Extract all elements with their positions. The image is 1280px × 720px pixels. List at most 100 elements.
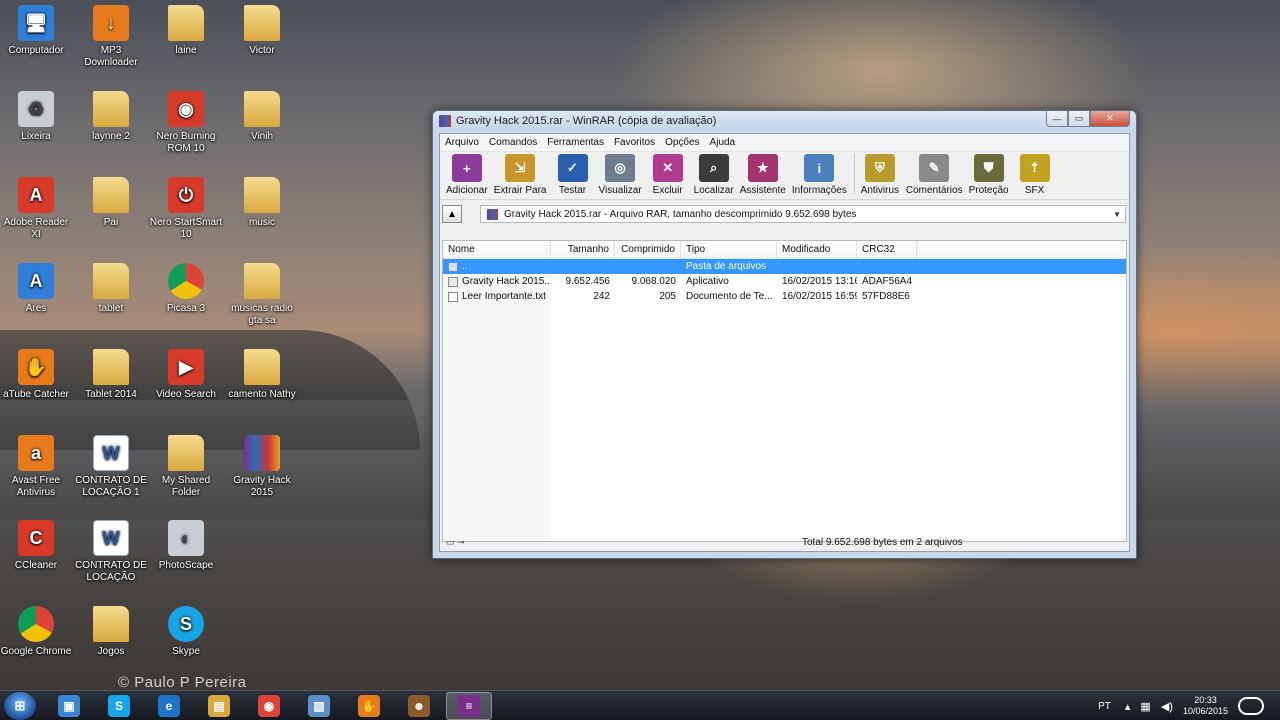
desktop-icon-label: laynne 2 [92, 131, 130, 142]
col-header-type[interactable]: Tipo [681, 241, 777, 258]
cell-name: Leer Importante.txt [443, 291, 551, 302]
toolbar-button-coment-rios[interactable]: ✎ Comentários [904, 154, 965, 196]
cell-modified: 16/02/2015 16:59 [782, 291, 857, 302]
desktop-icon[interactable]: Vinih [224, 91, 300, 143]
volume-icon[interactable]: ◀) [1161, 700, 1173, 713]
toolbar-button-prote-o[interactable]: ⛊ Proteção [967, 154, 1011, 196]
desktop-icon[interactable]: My Shared Folder [148, 435, 224, 499]
desktop-icon[interactable]: S Skype [148, 606, 224, 658]
table-row[interactable]: Leer Importante.txt 242 205 Documento de Te… [443, 289, 1126, 304]
cell-name: Gravity Hack 2015.... [443, 276, 551, 287]
col-header-modified[interactable]: Modificado [777, 241, 857, 258]
toolbar-button-assistente[interactable]: ★ Assistente [738, 154, 788, 196]
taskbar-app-button[interactable]: S [96, 692, 142, 720]
desktop-icon[interactable]: Google Chrome [0, 606, 74, 658]
atube-catcher-icon: ✋ [18, 349, 54, 385]
folder-icon [168, 5, 204, 41]
desktop-icon[interactable]: W CONTRATO DE LOCAÇÃO [73, 520, 149, 584]
taskbar: ⊞ ▣ Se ▤ ◉ ▨ ✋ ☻ ≡ PT ▴ ▦ ◀) 20:33 10/06/2015 [0, 690, 1280, 720]
desktop-icon[interactable]: ⏻ Nero StartSmart 10 [148, 177, 224, 241]
folder-icon [93, 91, 129, 127]
maximize-button[interactable]: ▭ [1068, 111, 1090, 127]
chevron-down-icon[interactable]: ▼ [1113, 210, 1121, 219]
toolbar-button-localizar[interactable]: ⌕ Localizar [692, 154, 736, 196]
desktop-icon[interactable]: musicas radio gta sa [224, 263, 300, 327]
up-folder-button[interactable]: ▲ [442, 205, 462, 223]
desktop-icon[interactable]: Gravity Hack 2015 [224, 435, 300, 499]
close-button[interactable]: ✕ [1090, 111, 1130, 127]
desktop-icon[interactable]: W CONTRATO DE LOCAÇÃO 1 [73, 435, 149, 499]
desktop-icon[interactable]: ◉ Nero Burning ROM 10 [148, 91, 224, 155]
col-header-size[interactable]: Tamanho [551, 241, 615, 258]
photoscape-icon: ◐ [168, 520, 204, 556]
taskbar-app-button[interactable]: ▤ [196, 692, 242, 720]
desktop-icon[interactable]: ◐ PhotoScape [148, 520, 224, 572]
col-header-name[interactable]: Nome [443, 241, 551, 258]
taskbar-app-button[interactable]: ▨ [296, 692, 342, 720]
desktop-icon[interactable]: Victor [224, 5, 300, 57]
winrar-window: Gravity Hack 2015.rar - WinRAR (cópia de… [432, 110, 1137, 559]
menu-ferramentas[interactable]: Ferramentas [542, 137, 609, 148]
taskbar-app-button[interactable]: ≡ [446, 692, 492, 720]
col-header-crc[interactable]: CRC32 [857, 241, 917, 258]
desktop-icon[interactable]: ♻ Lixeira [0, 91, 74, 143]
desktop-icon[interactable]: music [224, 177, 300, 229]
desktop-icon[interactable]: ↓ MP3 Downloader [73, 5, 149, 69]
desktop-icon[interactable]: A Adobe Reader XI [0, 177, 74, 241]
desktop-icon-label: musicas radio gta sa [231, 303, 293, 326]
desktop-icon[interactable]: Pai [73, 177, 149, 229]
video-search-icon: ▶ [168, 349, 204, 385]
toolbar-button-visualizar[interactable]: ◎ Visualizar [597, 154, 644, 196]
minimize-button[interactable]: — [1046, 111, 1068, 127]
desktop-icon-label: CONTRATO DE LOCAÇÃO 1 [75, 475, 147, 498]
desktop-icon[interactable]: tablet [73, 263, 149, 315]
toolbar-button-antivirus[interactable]: ⛨ Antivirus [858, 154, 902, 196]
desktop-icon[interactable]: laynne 2 [73, 91, 149, 143]
weather-gadget-icon[interactable] [1238, 697, 1264, 715]
path-dropdown[interactable]: Gravity Hack 2015.rar - Arquivo RAR, tam… [480, 205, 1126, 223]
taskbar-app-button[interactable]: ▣ [46, 692, 92, 720]
toolbar-button-excluir[interactable]: ✕ Excluir [646, 154, 690, 196]
parent-folder-icon [448, 261, 458, 272]
toolbar-button-adicionar[interactable]: + Adicionar [444, 154, 490, 196]
toolbar-button-sfx[interactable]: ⇡ SFX [1013, 154, 1057, 196]
taskbar-app-button[interactable]: ◉ [246, 692, 292, 720]
desktop-icon[interactable]: Jogos [73, 606, 149, 658]
desktop-icon[interactable]: C CCleaner [0, 520, 74, 572]
desktop-icon-label: music [248, 217, 276, 228]
desktop-icon[interactable]: ▶ Video Search [148, 349, 224, 401]
menu-comandos[interactable]: Comandos [484, 137, 542, 148]
desktop-icon[interactable]: Tablet 2014 [73, 349, 149, 401]
title-bar[interactable]: Gravity Hack 2015.rar - WinRAR (cópia de… [433, 111, 1136, 131]
language-indicator[interactable]: PT [1098, 701, 1111, 712]
toolbar-separator [853, 154, 855, 194]
toolbar-button-informa-es[interactable]: i Informações [790, 154, 849, 196]
taskbar-app-button[interactable]: e [146, 692, 192, 720]
col-header-packed[interactable]: Comprimido [615, 241, 681, 258]
taskbar-app-button[interactable]: ☻ [396, 692, 442, 720]
menu-favoritos[interactable]: Favoritos [609, 137, 660, 148]
desktop-icon-label: Victor [249, 45, 275, 56]
menu-arquivo[interactable]: Arquivo [440, 137, 484, 148]
add-icon: + [451, 154, 482, 182]
toolbar-button-extrair-para[interactable]: ⇲ Extrair Para [492, 154, 549, 196]
desktop-icon[interactable]: Picasa 3 [148, 263, 224, 315]
start-button[interactable]: ⊞ [4, 692, 36, 720]
show-hidden-icons-icon[interactable]: ▴ [1125, 700, 1131, 713]
desktop-icon[interactable]: 🖥 Computador [0, 5, 74, 57]
taskbar-app-button[interactable]: ✋ [346, 692, 392, 720]
table-row[interactable]: Gravity Hack 2015.... 9.652.456 9.068.020 A… [443, 274, 1126, 289]
menu-ajuda[interactable]: Ajuda [705, 137, 741, 148]
desktop-icon-label: Tablet 2014 [85, 389, 137, 400]
cell-packed: 205 [659, 291, 676, 302]
desktop-icon[interactable]: laine [148, 5, 224, 57]
menu-opcoes[interactable]: Opções [660, 137, 704, 148]
desktop-icon[interactable]: ✋ aTube Catcher [0, 349, 74, 401]
network-icon[interactable]: ▦ [1140, 700, 1150, 713]
desktop-icon[interactable]: camento Nathy [224, 349, 300, 401]
desktop-icon[interactable]: A Ares [0, 263, 74, 315]
toolbar-button-testar[interactable]: ✓ Testar [551, 154, 595, 196]
clock[interactable]: 20:33 10/06/2015 [1183, 695, 1228, 717]
desktop-icon[interactable]: a Avast Free Antivirus [0, 435, 74, 499]
table-row[interactable]: .. Pasta de arquivos [443, 259, 1126, 274]
